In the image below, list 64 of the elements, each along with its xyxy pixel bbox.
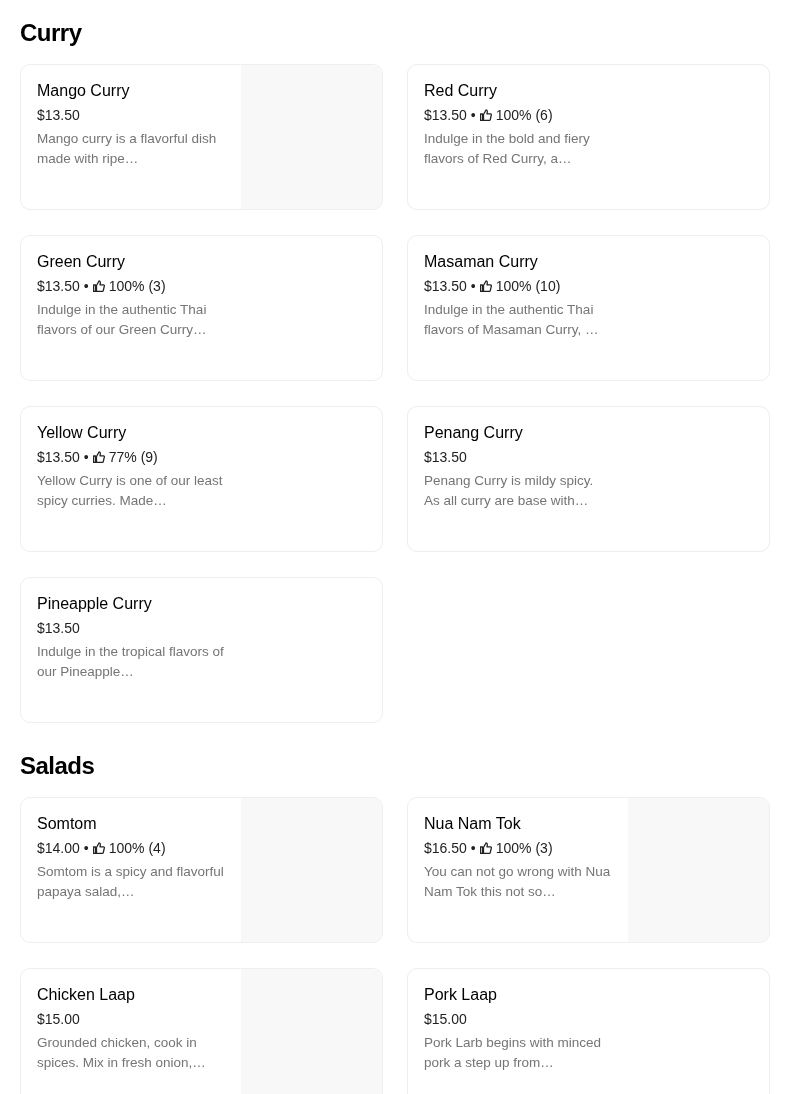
menu-item-card[interactable]: Somtom $14.00 • 100% (4) Somtom is a spicy and flavorful papaya salad,… bbox=[20, 797, 383, 943]
separator-dot: • bbox=[83, 448, 89, 467]
item-description: Pork Larb begins with minced pork a step up from… bbox=[424, 1034, 603, 1072]
menu-item-card[interactable]: Mango Curry $13.50 Mango curry is a flavorful dish made with ripe… bbox=[20, 64, 383, 210]
item-description: Indulge in the bold and fiery flavors of Red Curry, a… bbox=[424, 130, 591, 168]
item-name: Somtom bbox=[37, 814, 97, 834]
section-heading: Curry bbox=[20, 18, 83, 48]
menu-item-card[interactable]: Nua Nam Tok $16.50 • 100% (3) You can not go wrong with Nua Nam Tok this not so… bbox=[407, 797, 770, 943]
section-heading: Salads bbox=[20, 751, 96, 781]
item-name: Pork Laap bbox=[424, 985, 497, 1005]
item-name: Nua Nam Tok bbox=[424, 814, 521, 834]
item-name: Masaman Curry bbox=[424, 252, 538, 272]
thumbs-up-icon bbox=[92, 280, 105, 292]
item-rating: 100% (3) bbox=[108, 277, 166, 296]
item-description: Somtom is a spicy and flavorful papaya salad,… bbox=[37, 863, 225, 901]
item-price: $15.00 bbox=[37, 1010, 80, 1029]
item-price: $13.50 bbox=[37, 277, 80, 296]
item-name: Chicken Laap bbox=[37, 985, 135, 1005]
item-description: Penang Curry is mildy spicy. As all curry are base with… bbox=[424, 472, 595, 510]
thumbs-up-icon bbox=[479, 280, 492, 292]
item-description: Indulge in the tropical flavors of our Pineapple… bbox=[37, 643, 225, 681]
item-description: Indulge in the authentic Thai flavors of our Green Curry… bbox=[37, 301, 208, 339]
item-name: Pineapple Curry bbox=[37, 594, 152, 614]
separator-dot: • bbox=[83, 277, 89, 296]
item-name: Penang Curry bbox=[424, 423, 523, 443]
item-rating: 77% (9) bbox=[108, 448, 158, 467]
item-description: Mango curry is a flavorful dish made with ripe… bbox=[37, 130, 218, 168]
item-price: $13.50 bbox=[424, 277, 467, 296]
item-rating: 100% (6) bbox=[495, 106, 553, 125]
thumbs-up-icon bbox=[479, 842, 492, 854]
item-price: $13.50 bbox=[424, 106, 467, 125]
item-price: $13.50 bbox=[37, 106, 80, 125]
item-price: $15.00 bbox=[424, 1010, 467, 1029]
menu-item-card[interactable]: Penang Curry $13.50 Penang Curry is mildy spicy. As all curry are base with… bbox=[407, 406, 770, 552]
item-price: $14.00 bbox=[37, 839, 80, 858]
menu-item-card[interactable]: Yellow Curry $13.50 • 77% (9) Yellow Curry is one of our least spicy curries. Made… bbox=[20, 406, 383, 552]
item-rating: 100% (3) bbox=[495, 839, 553, 858]
menu-item-card[interactable]: Pineapple Curry $13.50 Indulge in the tropical flavors of our Pineapple… bbox=[20, 577, 383, 723]
menu-item-card[interactable]: Masaman Curry $13.50 • 100% (10) Indulge in the authentic Thai flavors of Masaman Curry, … bbox=[407, 235, 770, 381]
item-price: $13.50 bbox=[37, 619, 80, 638]
separator-dot: • bbox=[470, 277, 476, 296]
menu-item-card[interactable]: Red Curry $13.50 • 100% (6) Indulge in the bold and fiery flavors of Red Curry, a… bbox=[407, 64, 770, 210]
separator-dot: • bbox=[83, 839, 89, 858]
item-rating: 100% (10) bbox=[495, 277, 561, 296]
item-price: $13.50 bbox=[424, 448, 467, 467]
thumbs-up-icon bbox=[92, 842, 105, 854]
item-name: Green Curry bbox=[37, 252, 126, 272]
item-name: Mango Curry bbox=[37, 81, 130, 101]
menu-item-card[interactable]: Chicken Laap $15.00 Grounded chicken, cook in spices. Mix in fresh onion,… bbox=[20, 968, 383, 1094]
item-name: Yellow Curry bbox=[37, 423, 127, 443]
thumbs-up-icon bbox=[479, 109, 492, 121]
item-description: Grounded chicken, cook in spices. Mix in fresh onion,… bbox=[37, 1034, 207, 1072]
thumbs-up-icon bbox=[92, 451, 105, 463]
menu-item-card[interactable]: Green Curry $13.50 • 100% (3) Indulge in the authentic Thai flavors of our Green Curry… bbox=[20, 235, 383, 381]
item-rating: 100% (4) bbox=[108, 839, 166, 858]
item-description: Yellow Curry is one of our least spicy curries. Made… bbox=[37, 472, 224, 510]
separator-dot: • bbox=[470, 839, 476, 858]
separator-dot: • bbox=[470, 106, 476, 125]
menu-item-card[interactable]: Pork Laap $15.00 Pork Larb begins with minced pork a step up from… bbox=[407, 968, 770, 1094]
item-price: $16.50 bbox=[424, 839, 467, 858]
item-description: You can not go wrong with Nua Nam Tok this not so… bbox=[424, 863, 612, 901]
item-description: Indulge in the authentic Thai flavors of Masaman Curry, … bbox=[424, 301, 600, 339]
item-price: $13.50 bbox=[37, 448, 80, 467]
item-name: Red Curry bbox=[424, 81, 497, 101]
